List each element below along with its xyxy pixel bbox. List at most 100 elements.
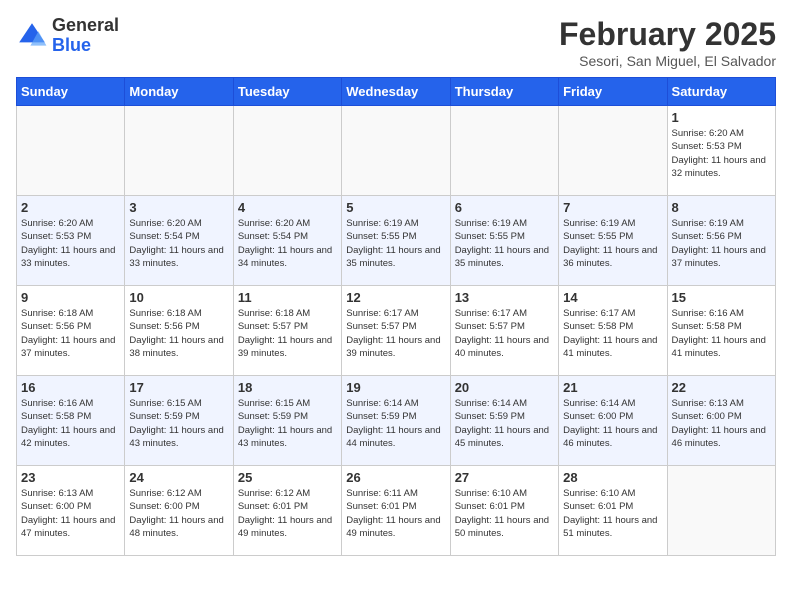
calendar-day: 18 Sunrise: 6:15 AM Sunset: 5:59 PM Dayli… — [233, 376, 341, 466]
calendar-week-row: 9 Sunrise: 6:18 AM Sunset: 5:56 PM Daylig… — [17, 286, 776, 376]
day-number: 19 — [346, 380, 445, 395]
weekday-header: Saturday — [667, 78, 775, 106]
calendar-day: 6 Sunrise: 6:19 AM Sunset: 5:55 PM Daylig… — [450, 196, 558, 286]
calendar-day: 16Sunrise: 6:16 AM Sunset: 5:58 PM Dayli… — [17, 376, 125, 466]
weekday-header: Thursday — [450, 78, 558, 106]
day-info: Sunrise: 6:19 AM Sunset: 5:56 PM Dayligh… — [672, 217, 771, 270]
title-block: February 2025 Sesori, San Miguel, El Sal… — [559, 16, 776, 69]
month-title: February 2025 — [559, 16, 776, 53]
day-info: Sunrise: 6:13 AM Sunset: 6:00 PM Dayligh… — [672, 397, 771, 450]
day-number: 4 — [238, 200, 337, 215]
day-number: 7 — [563, 200, 662, 215]
calendar-day: 26 Sunrise: 6:11 AM Sunset: 6:01 PM Dayli… — [342, 466, 450, 556]
day-number: 26 — [346, 470, 445, 485]
calendar-day: 1 Sunrise: 6:20 AM Sunset: 5:53 PM Daylig… — [667, 106, 775, 196]
location: Sesori, San Miguel, El Salvador — [559, 53, 776, 69]
day-info: Sunrise: 6:18 AM Sunset: 5:57 PM Dayligh… — [238, 307, 337, 360]
calendar-day: 28 Sunrise: 6:10 AM Sunset: 6:01 PM Dayli… — [559, 466, 667, 556]
day-number: 11 — [238, 290, 337, 305]
logo: General Blue — [16, 16, 119, 56]
day-info: Sunrise: 6:17 AM Sunset: 5:57 PM Dayligh… — [346, 307, 445, 360]
page-header: General Blue February 2025 Sesori, San M… — [16, 16, 776, 69]
calendar-day: 14 Sunrise: 6:17 AM Sunset: 5:58 PM Dayli… — [559, 286, 667, 376]
calendar-day: 3 Sunrise: 6:20 AM Sunset: 5:54 PM Daylig… — [125, 196, 233, 286]
day-number: 27 — [455, 470, 554, 485]
day-info: Sunrise: 6:12 AM Sunset: 6:01 PM Dayligh… — [238, 487, 337, 540]
day-number: 25 — [238, 470, 337, 485]
day-info: Sunrise: 6:19 AM Sunset: 5:55 PM Dayligh… — [563, 217, 662, 270]
calendar-day: 13 Sunrise: 6:17 AM Sunset: 5:57 PM Dayli… — [450, 286, 558, 376]
day-info: Sunrise: 6:15 AM Sunset: 5:59 PM Dayligh… — [238, 397, 337, 450]
calendar-day: 4 Sunrise: 6:20 AM Sunset: 5:54 PM Daylig… — [233, 196, 341, 286]
day-number: 1 — [672, 110, 771, 125]
calendar-day: 20 Sunrise: 6:14 AM Sunset: 5:59 PM Dayli… — [450, 376, 558, 466]
calendar-week-row: 23Sunrise: 6:13 AM Sunset: 6:00 PM Dayli… — [17, 466, 776, 556]
day-number: 15 — [672, 290, 771, 305]
calendar-day — [667, 466, 775, 556]
day-number: 14 — [563, 290, 662, 305]
calendar-day — [233, 106, 341, 196]
weekday-header-row: SundayMondayTuesdayWednesdayThursdayFrid… — [17, 78, 776, 106]
calendar-day: 19 Sunrise: 6:14 AM Sunset: 5:59 PM Dayli… — [342, 376, 450, 466]
day-info: Sunrise: 6:20 AM Sunset: 5:54 PM Dayligh… — [238, 217, 337, 270]
day-number: 28 — [563, 470, 662, 485]
day-number: 2 — [21, 200, 120, 215]
day-info: Sunrise: 6:18 AM Sunset: 5:56 PM Dayligh… — [129, 307, 228, 360]
day-info: Sunrise: 6:14 AM Sunset: 5:59 PM Dayligh… — [455, 397, 554, 450]
calendar: SundayMondayTuesdayWednesdayThursdayFrid… — [16, 77, 776, 556]
calendar-day: 9 Sunrise: 6:18 AM Sunset: 5:56 PM Daylig… — [17, 286, 125, 376]
calendar-week-row: 2 Sunrise: 6:20 AM Sunset: 5:53 PM Daylig… — [17, 196, 776, 286]
day-number: 13 — [455, 290, 554, 305]
calendar-week-row: 16Sunrise: 6:16 AM Sunset: 5:58 PM Dayli… — [17, 376, 776, 466]
day-info: Sunrise: 6:19 AM Sunset: 5:55 PM Dayligh… — [346, 217, 445, 270]
calendar-day: 17 Sunrise: 6:15 AM Sunset: 5:59 PM Dayli… — [125, 376, 233, 466]
day-number: 18 — [238, 380, 337, 395]
day-info: Sunrise: 6:10 AM Sunset: 6:01 PM Dayligh… — [455, 487, 554, 540]
calendar-day: 8Sunrise: 6:19 AM Sunset: 5:56 PM Daylig… — [667, 196, 775, 286]
day-info: Sunrise: 6:19 AM Sunset: 5:55 PM Dayligh… — [455, 217, 554, 270]
logo-blue: Blue — [52, 36, 119, 56]
calendar-day: 25 Sunrise: 6:12 AM Sunset: 6:01 PM Dayli… — [233, 466, 341, 556]
day-info: Sunrise: 6:13 AM Sunset: 6:00 PM Dayligh… — [21, 487, 120, 540]
day-info: Sunrise: 6:10 AM Sunset: 6:01 PM Dayligh… — [563, 487, 662, 540]
calendar-day: 2 Sunrise: 6:20 AM Sunset: 5:53 PM Daylig… — [17, 196, 125, 286]
calendar-day: 7 Sunrise: 6:19 AM Sunset: 5:55 PM Daylig… — [559, 196, 667, 286]
calendar-day: 12 Sunrise: 6:17 AM Sunset: 5:57 PM Dayli… — [342, 286, 450, 376]
calendar-day: 27 Sunrise: 6:10 AM Sunset: 6:01 PM Dayli… — [450, 466, 558, 556]
weekday-header: Monday — [125, 78, 233, 106]
calendar-day: 22 Sunrise: 6:13 AM Sunset: 6:00 PM Dayli… — [667, 376, 775, 466]
calendar-day: 10Sunrise: 6:18 AM Sunset: 5:56 PM Dayli… — [125, 286, 233, 376]
day-info: Sunrise: 6:14 AM Sunset: 6:00 PM Dayligh… — [563, 397, 662, 450]
day-number: 17 — [129, 380, 228, 395]
calendar-week-row: 1 Sunrise: 6:20 AM Sunset: 5:53 PM Daylig… — [17, 106, 776, 196]
day-info: Sunrise: 6:20 AM Sunset: 5:53 PM Dayligh… — [672, 127, 771, 180]
day-number: 22 — [672, 380, 771, 395]
day-info: Sunrise: 6:11 AM Sunset: 6:01 PM Dayligh… — [346, 487, 445, 540]
day-info: Sunrise: 6:12 AM Sunset: 6:00 PM Dayligh… — [129, 487, 228, 540]
weekday-header: Wednesday — [342, 78, 450, 106]
day-info: Sunrise: 6:20 AM Sunset: 5:53 PM Dayligh… — [21, 217, 120, 270]
day-info: Sunrise: 6:14 AM Sunset: 5:59 PM Dayligh… — [346, 397, 445, 450]
calendar-day: 21Sunrise: 6:14 AM Sunset: 6:00 PM Dayli… — [559, 376, 667, 466]
calendar-day — [342, 106, 450, 196]
weekday-header: Tuesday — [233, 78, 341, 106]
calendar-day — [450, 106, 558, 196]
day-number: 9 — [21, 290, 120, 305]
day-number: 3 — [129, 200, 228, 215]
weekday-header: Sunday — [17, 78, 125, 106]
day-info: Sunrise: 6:20 AM Sunset: 5:54 PM Dayligh… — [129, 217, 228, 270]
logo-icon — [16, 20, 48, 52]
day-number: 6 — [455, 200, 554, 215]
day-number: 12 — [346, 290, 445, 305]
day-info: Sunrise: 6:17 AM Sunset: 5:57 PM Dayligh… — [455, 307, 554, 360]
day-info: Sunrise: 6:15 AM Sunset: 5:59 PM Dayligh… — [129, 397, 228, 450]
calendar-day: 11 Sunrise: 6:18 AM Sunset: 5:57 PM Dayli… — [233, 286, 341, 376]
day-info: Sunrise: 6:18 AM Sunset: 5:56 PM Dayligh… — [21, 307, 120, 360]
day-number: 5 — [346, 200, 445, 215]
weekday-header: Friday — [559, 78, 667, 106]
calendar-day: 23Sunrise: 6:13 AM Sunset: 6:00 PM Dayli… — [17, 466, 125, 556]
day-number: 20 — [455, 380, 554, 395]
day-info: Sunrise: 6:17 AM Sunset: 5:58 PM Dayligh… — [563, 307, 662, 360]
logo-general: General — [52, 16, 119, 36]
logo-text: General Blue — [52, 16, 119, 56]
